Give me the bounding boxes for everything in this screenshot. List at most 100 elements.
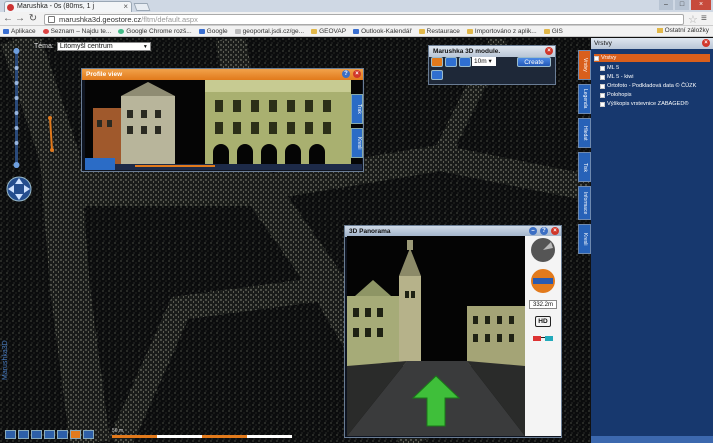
new-tab-button[interactable] [133, 3, 151, 11]
distance-select[interactable]: 10m ▾ [472, 57, 496, 66]
create-button[interactable]: Create [517, 57, 551, 67]
help-icon[interactable]: ? [540, 227, 548, 235]
minimize-button[interactable]: – [659, 0, 673, 10]
profile-view-titlebar[interactable]: Profile view ? × [82, 69, 363, 80]
anaglyph-glasses-icon[interactable] [533, 334, 553, 341]
google-icon [198, 28, 205, 34]
tab-vrstvy[interactable]: Vrstvy [578, 50, 591, 80]
close-window-button[interactable]: × [691, 0, 711, 10]
profile-tab-kresli[interactable]: Kresli [351, 128, 363, 158]
layer-checkbox[interactable] [600, 65, 605, 71]
layer-label: Polohopis [607, 92, 632, 98]
tool-button-5[interactable] [57, 430, 68, 439]
browser-tab[interactable]: Marushka - 0s (80ms, 1 j × [4, 1, 132, 12]
tab-kresli[interactable]: Kresli [578, 224, 591, 254]
tool-button-2[interactable] [18, 430, 29, 439]
folder-icon [418, 28, 425, 34]
layers-panel-title: Vrstvy [594, 40, 612, 47]
other-bookmarks[interactable]: Ostatní záložky [656, 27, 709, 34]
bookmark-aplikace[interactable]: Aplikace [3, 28, 36, 35]
tool-button-7[interactable] [83, 430, 94, 439]
bookmark-importovano[interactable]: Importováno z aplik... [466, 27, 537, 35]
reload-icon[interactable]: ↻ [28, 13, 38, 25]
tool-button-1[interactable] [5, 430, 16, 439]
forward-icon[interactable]: → [15, 13, 25, 25]
apps-icon [3, 28, 9, 34]
layer-item[interactable]: Ortofoto - Podkladová data © ČÚZK [600, 82, 696, 90]
bookmark-seznam[interactable]: Seznam – Najdu te... [42, 28, 111, 35]
window-controls: – □ × [659, 0, 711, 11]
minimize-icon[interactable]: – [529, 227, 537, 235]
bookmark-label: Aplikace [11, 27, 36, 35]
close-icon[interactable]: × [353, 70, 361, 78]
browser-menu-icon[interactable]: ≡ [701, 13, 707, 24]
facade-render [85, 80, 362, 170]
folder-icon [656, 28, 663, 33]
bookmark-geoportal[interactable]: geoportal.jsdi.cz/ge... [234, 27, 305, 35]
bookmark-geovap[interactable]: GEOVAP [311, 28, 346, 35]
layer-checkbox[interactable] [600, 74, 605, 80]
layers-stack-icon[interactable] [459, 57, 471, 67]
bookmark-outlook[interactable]: Outlook-Kalendář [353, 28, 412, 35]
tool-button-3[interactable] [31, 430, 42, 439]
url-field[interactable]: marushka3d.geostore.cz/fltm/default.aspx [44, 14, 684, 25]
panorama-controls: 332.2m HD [525, 236, 561, 436]
layer-checkbox[interactable] [594, 55, 599, 61]
layer-checkbox[interactable] [600, 83, 605, 89]
tab-tisk[interactable]: Tisk [578, 152, 591, 182]
tab-title: Marushka - 0s (80ms, 1 j [17, 3, 95, 10]
tab-hledat[interactable]: Hledat [578, 118, 591, 148]
close-icon[interactable]: × [545, 47, 553, 55]
topic-selector: Téma: Litomyšl centrum [34, 42, 151, 51]
topic-dropdown[interactable]: Litomyšl centrum [56, 42, 151, 51]
close-icon[interactable]: × [551, 227, 559, 235]
panorama-canvas[interactable] [347, 236, 525, 436]
tab-legenda[interactable]: Legenda [578, 84, 591, 114]
layer-item[interactable]: Polohopis [600, 91, 632, 99]
measure-icon[interactable] [431, 70, 443, 80]
url-path: /fltm/default.aspx [141, 15, 198, 24]
bookmark-gis[interactable]: GIS [543, 28, 563, 35]
tool-button-6[interactable] [70, 430, 81, 439]
bookmark-star-icon[interactable]: ☆ [688, 13, 698, 26]
pan-control-icon[interactable] [6, 176, 32, 202]
maximize-button[interactable]: □ [675, 0, 689, 10]
profile-side-tabs: Trak Kresli [351, 80, 363, 170]
layer-item[interactable]: ML 5 - kiwi [600, 73, 634, 81]
page-icon [234, 28, 241, 34]
help-icon[interactable]: ? [342, 70, 350, 78]
bookmark-label: Google [206, 27, 228, 35]
close-icon[interactable]: × [702, 39, 710, 47]
other-bookmarks-label: Ostatní záložky [664, 27, 709, 34]
tab-close-icon[interactable]: × [123, 2, 128, 12]
profile-tab-trak[interactable]: Trak [351, 94, 363, 124]
page-info-icon [48, 16, 55, 23]
zoom-slider[interactable] [13, 48, 20, 168]
bookmark-restaurace[interactable]: Restaurace [418, 28, 460, 35]
camera-mode-icon[interactable] [431, 57, 443, 67]
bookmark-label: GEOVAP [319, 27, 347, 35]
scale-label: 50 m [112, 428, 124, 434]
tab-informace[interactable]: Informace [578, 186, 591, 220]
layers-panel-header: Vrstvy × [591, 38, 713, 49]
layer-item[interactable]: Výškopis vrstevnice ZABAGED® [600, 100, 689, 108]
street-panorama-render [347, 236, 525, 436]
profile-view-canvas[interactable] [85, 80, 362, 170]
back-icon[interactable]: ← [3, 13, 13, 25]
cross-section-icon[interactable] [445, 57, 457, 67]
bookmark-label: Importováno z aplik... [474, 27, 537, 35]
tool-button-4[interactable] [44, 430, 55, 439]
layer-checkbox[interactable] [600, 101, 605, 107]
bookmark-label: Google Chrome rozš... [126, 27, 192, 35]
layers-panel-footer [591, 436, 713, 443]
marushka-logo: Marushka3D [2, 340, 9, 380]
module-titlebar[interactable]: Marushka 3D module. × [429, 46, 555, 57]
module-title: Marushka 3D module. [433, 48, 501, 55]
layer-checkbox[interactable] [600, 92, 605, 98]
bookmark-google[interactable]: Google [198, 27, 228, 35]
layer-item[interactable]: Vrstvy [594, 54, 710, 62]
layer-item[interactable]: ML 5 [600, 64, 619, 72]
hd-toggle[interactable]: HD [535, 316, 551, 327]
bookmark-chrome[interactable]: Google Chrome rozš... [118, 27, 192, 35]
bookmark-label: geoportal.jsdi.cz/ge... [242, 27, 305, 35]
